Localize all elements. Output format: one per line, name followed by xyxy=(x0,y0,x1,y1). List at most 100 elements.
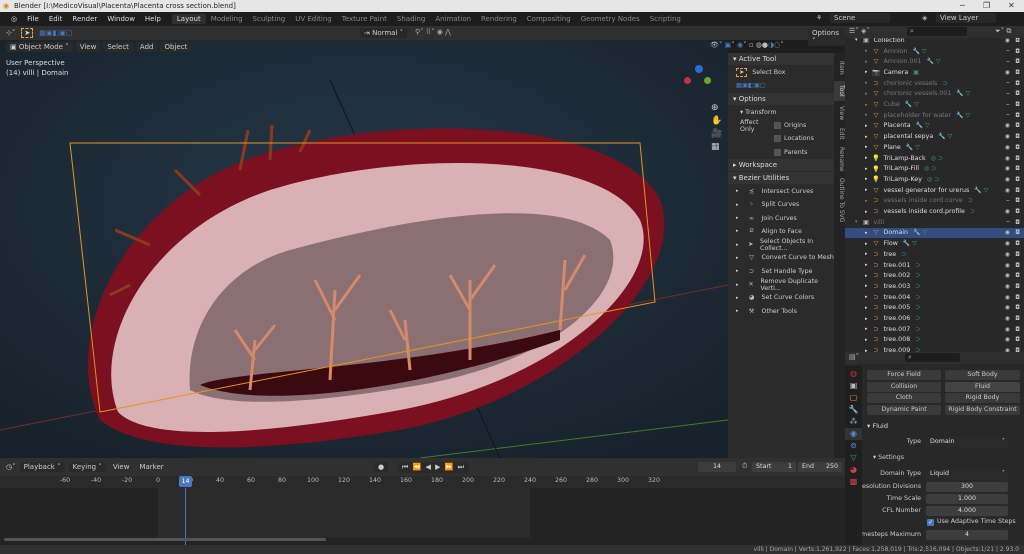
physics-tab-icon[interactable]: ◉ xyxy=(845,428,862,440)
type-dropdown[interactable]: Domain ˅ xyxy=(926,437,1008,447)
object-mode-dropdown[interactable]: ▣ Object Mode ˅ xyxy=(6,41,73,52)
snap-icons[interactable]: ⚲˅ ⠿˅ ◉ ⋀ xyxy=(415,28,451,36)
outliner-row[interactable]: ▸ ⊃ tree.002 ⊃ ◉ ◘ xyxy=(845,270,1024,281)
visibility-eye-icon[interactable]: ◉ xyxy=(1005,251,1010,258)
bezier-tool-item[interactable]: ▸ ≾ Intersect Curves xyxy=(728,185,834,198)
material-tab-icon[interactable]: ◕ xyxy=(845,464,862,476)
render-camera-icon[interactable]: ◘ xyxy=(1015,38,1020,44)
collection-tab-icon[interactable]: ▣ xyxy=(845,380,862,392)
bezier-tool-item[interactable]: ▸ ⚒ Other Tools xyxy=(728,304,834,317)
expand-arrow-icon[interactable]: ▸ xyxy=(865,251,868,257)
outliner-row[interactable]: ▸ ⊃ tree.007 ⊃ ◉ ◘ xyxy=(845,324,1024,335)
visibility-eye-icon[interactable]: ◉ xyxy=(1005,272,1010,279)
expand-arrow-icon[interactable]: ▸ xyxy=(865,144,868,150)
playback-controls[interactable]: ⏮ ⏪ ◀ ▶ ⏩ ⏭ xyxy=(398,462,469,473)
visibility-eye-icon[interactable]: ⌣ xyxy=(1006,90,1010,98)
gizmo-x-axis[interactable] xyxy=(684,77,691,84)
outliner-row[interactable]: ▸ ▽ Domain 🔧 ▽ ◉ ◘ xyxy=(845,227,1024,239)
expand-arrow-icon[interactable]: ▸ xyxy=(865,305,868,311)
view-layer-selector[interactable]: View Layer xyxy=(936,13,996,23)
outliner-row[interactable]: ▸ ▽ vessel generator for urerus 🔧 ▽ ◉ ◘ xyxy=(845,185,1024,196)
outliner-row[interactable]: ▸ ⊃ tree.001 ⊃ ◉ ◘ xyxy=(845,260,1024,271)
tab-modeling[interactable]: Modeling xyxy=(206,14,248,24)
render-camera-icon[interactable]: ◘ xyxy=(1015,187,1020,194)
timesteps-max-field[interactable]: 4 xyxy=(926,530,1008,540)
expand-arrow-icon[interactable]: ▸ xyxy=(865,209,868,215)
render-camera-icon[interactable]: ◘ xyxy=(1015,90,1020,97)
outliner-row[interactable]: ▸ ▽ placeholder for water 🔧 ▽ ⌣ ◘ xyxy=(845,110,1024,121)
outliner-row[interactable]: ▸ ▽ Amnion 🔧 ▽ ⌣ ◘ xyxy=(845,46,1024,57)
cfl-field[interactable]: 4.000 xyxy=(926,506,1008,516)
select-box-tool-icon[interactable]: ➤ xyxy=(21,28,34,38)
timeline-ruler[interactable]: -60-40-200204060801001201401601802002202… xyxy=(0,476,845,488)
outliner-row[interactable]: ▾ ▣ villi ⌣ ◘ xyxy=(845,217,1024,228)
expand-arrow-icon[interactable]: ▸ xyxy=(865,198,868,204)
time-scale-field[interactable]: 1.000 xyxy=(926,494,1008,504)
render-camera-icon[interactable]: ◘ xyxy=(1015,80,1020,87)
visibility-eye-icon[interactable]: ◉ xyxy=(1005,176,1010,183)
tab-rename[interactable]: Rename xyxy=(834,145,845,173)
visibility-eye-icon[interactable]: ◉ xyxy=(1005,165,1010,172)
visibility-eye-icon[interactable]: ◉ xyxy=(1005,38,1010,44)
bezier-tool-item[interactable]: ▸ ◕ Set Curve Colors xyxy=(728,291,834,304)
tab-edit[interactable]: Edit xyxy=(834,125,845,143)
expand-arrow-icon[interactable]: ▸ xyxy=(865,112,868,118)
modifier-tab-icon[interactable]: 🔧 xyxy=(845,404,862,416)
menu-object[interactable]: Object xyxy=(160,41,192,52)
render-camera-icon[interactable]: ◘ xyxy=(1015,58,1020,65)
render-camera-icon[interactable]: ◘ xyxy=(1015,155,1020,162)
outliner-row[interactable]: ▸ ▽ Cube 🔧 ▽ ⌣ ◘ xyxy=(845,99,1024,110)
visibility-eye-icon[interactable]: ◉ xyxy=(1005,240,1010,247)
physics-force-field-button[interactable]: Force Field xyxy=(867,370,941,380)
bezier-tool-item[interactable]: ▸ ⧄ Align to Face xyxy=(728,225,834,238)
minimize-button[interactable]: ─ xyxy=(960,0,965,12)
domain-type-dropdown[interactable]: Liquid ˅ xyxy=(926,469,1008,479)
menu-file[interactable]: File xyxy=(22,15,44,23)
physics-rigid-body-button[interactable]: Rigid Body xyxy=(945,393,1020,404)
render-camera-icon[interactable]: ◘ xyxy=(1015,326,1020,333)
visibility-eye-icon[interactable]: ◉ xyxy=(1005,326,1010,333)
visibility-eye-icon[interactable]: ⌣ xyxy=(1006,197,1010,205)
outliner-row[interactable]: ▸ ⊃ tree.003 ⊃ ◉ ◘ xyxy=(845,281,1024,292)
scene-selector[interactable]: Scene xyxy=(830,13,890,23)
render-camera-icon[interactable]: ◘ xyxy=(1015,336,1020,343)
expand-arrow-icon[interactable]: ▸ xyxy=(865,326,868,332)
bezier-tool-item[interactable]: ▸ ➤ Select Objects In Collect... xyxy=(728,238,834,252)
visibility-eye-icon[interactable]: ⌣ xyxy=(1006,218,1010,226)
tab-outline-to-svg[interactable]: Outline To SVG xyxy=(834,175,845,225)
auto-keying-button[interactable]: ● xyxy=(374,462,389,472)
locations-checkbox[interactable] xyxy=(774,135,781,143)
filter-icon[interactable]: ⏷˅ ⧉ xyxy=(995,27,1011,36)
outliner-row[interactable]: ▸ 📷 Camera ▣ ◉ ◘ xyxy=(845,67,1024,78)
expand-arrow-icon[interactable]: ▸ xyxy=(865,166,868,172)
timeline-scrollbar[interactable] xyxy=(4,538,326,541)
bezier-tool-item[interactable]: ▸ ⊃ Set Handle Type xyxy=(728,265,834,278)
tab-item[interactable]: Item xyxy=(834,57,845,79)
tab-scripting[interactable]: Scripting xyxy=(645,14,686,24)
adaptive-time-steps-checkbox[interactable]: ✓ xyxy=(927,519,934,526)
render-camera-icon[interactable]: ◘ xyxy=(1015,144,1020,151)
expand-arrow-icon[interactable]: ▸ xyxy=(865,187,868,193)
outliner-row[interactable]: ▸ ▽ Plane 🔧 ▽ ◉ ◘ xyxy=(845,142,1024,153)
selection-mode-icons[interactable]: ▦▣◧▣▢ xyxy=(39,29,72,37)
world-tab-icon[interactable]: ◍ xyxy=(845,368,862,380)
expand-arrow-icon[interactable]: ▸ xyxy=(865,337,868,343)
render-camera-icon[interactable]: ◘ xyxy=(1015,272,1020,279)
visibility-eye-icon[interactable]: ◉ xyxy=(1005,315,1010,322)
visibility-eye-icon[interactable]: ⌣ xyxy=(1006,101,1010,109)
render-camera-icon[interactable]: ◘ xyxy=(1015,219,1020,226)
expand-arrow-icon[interactable]: ▸ xyxy=(865,69,868,75)
outliner-row[interactable]: ▸ ⊃ vessels inside cord.curve ⊃ ⌣ ◘ xyxy=(845,196,1024,207)
outliner-row[interactable]: ▸ 💡 TriLamp-Key ◎ ⊃ ◉ ◘ xyxy=(845,174,1024,185)
render-camera-icon[interactable]: ◘ xyxy=(1015,251,1020,258)
expand-arrow-icon[interactable]: ▸ xyxy=(865,316,868,322)
outliner-row[interactable]: ▸ ▽ Amnion.001 🔧 ▽ ⌣ ◘ xyxy=(845,56,1024,67)
outliner-row[interactable]: ▸ ⊃ tree.008 ⊃ ◉ ◘ xyxy=(845,335,1024,346)
editor-type-icon[interactable]: ⊹˅ xyxy=(6,29,15,37)
visibility-eye-icon[interactable]: ◉ xyxy=(1005,294,1010,301)
properties-search-input[interactable]: ⌕ xyxy=(905,353,960,362)
origins-checkbox[interactable] xyxy=(774,122,781,130)
visibility-eye-icon[interactable]: ⌣ xyxy=(1006,58,1010,66)
physics-soft-body-button[interactable]: Soft Body xyxy=(945,370,1020,380)
menu-select[interactable]: Select xyxy=(103,41,133,52)
